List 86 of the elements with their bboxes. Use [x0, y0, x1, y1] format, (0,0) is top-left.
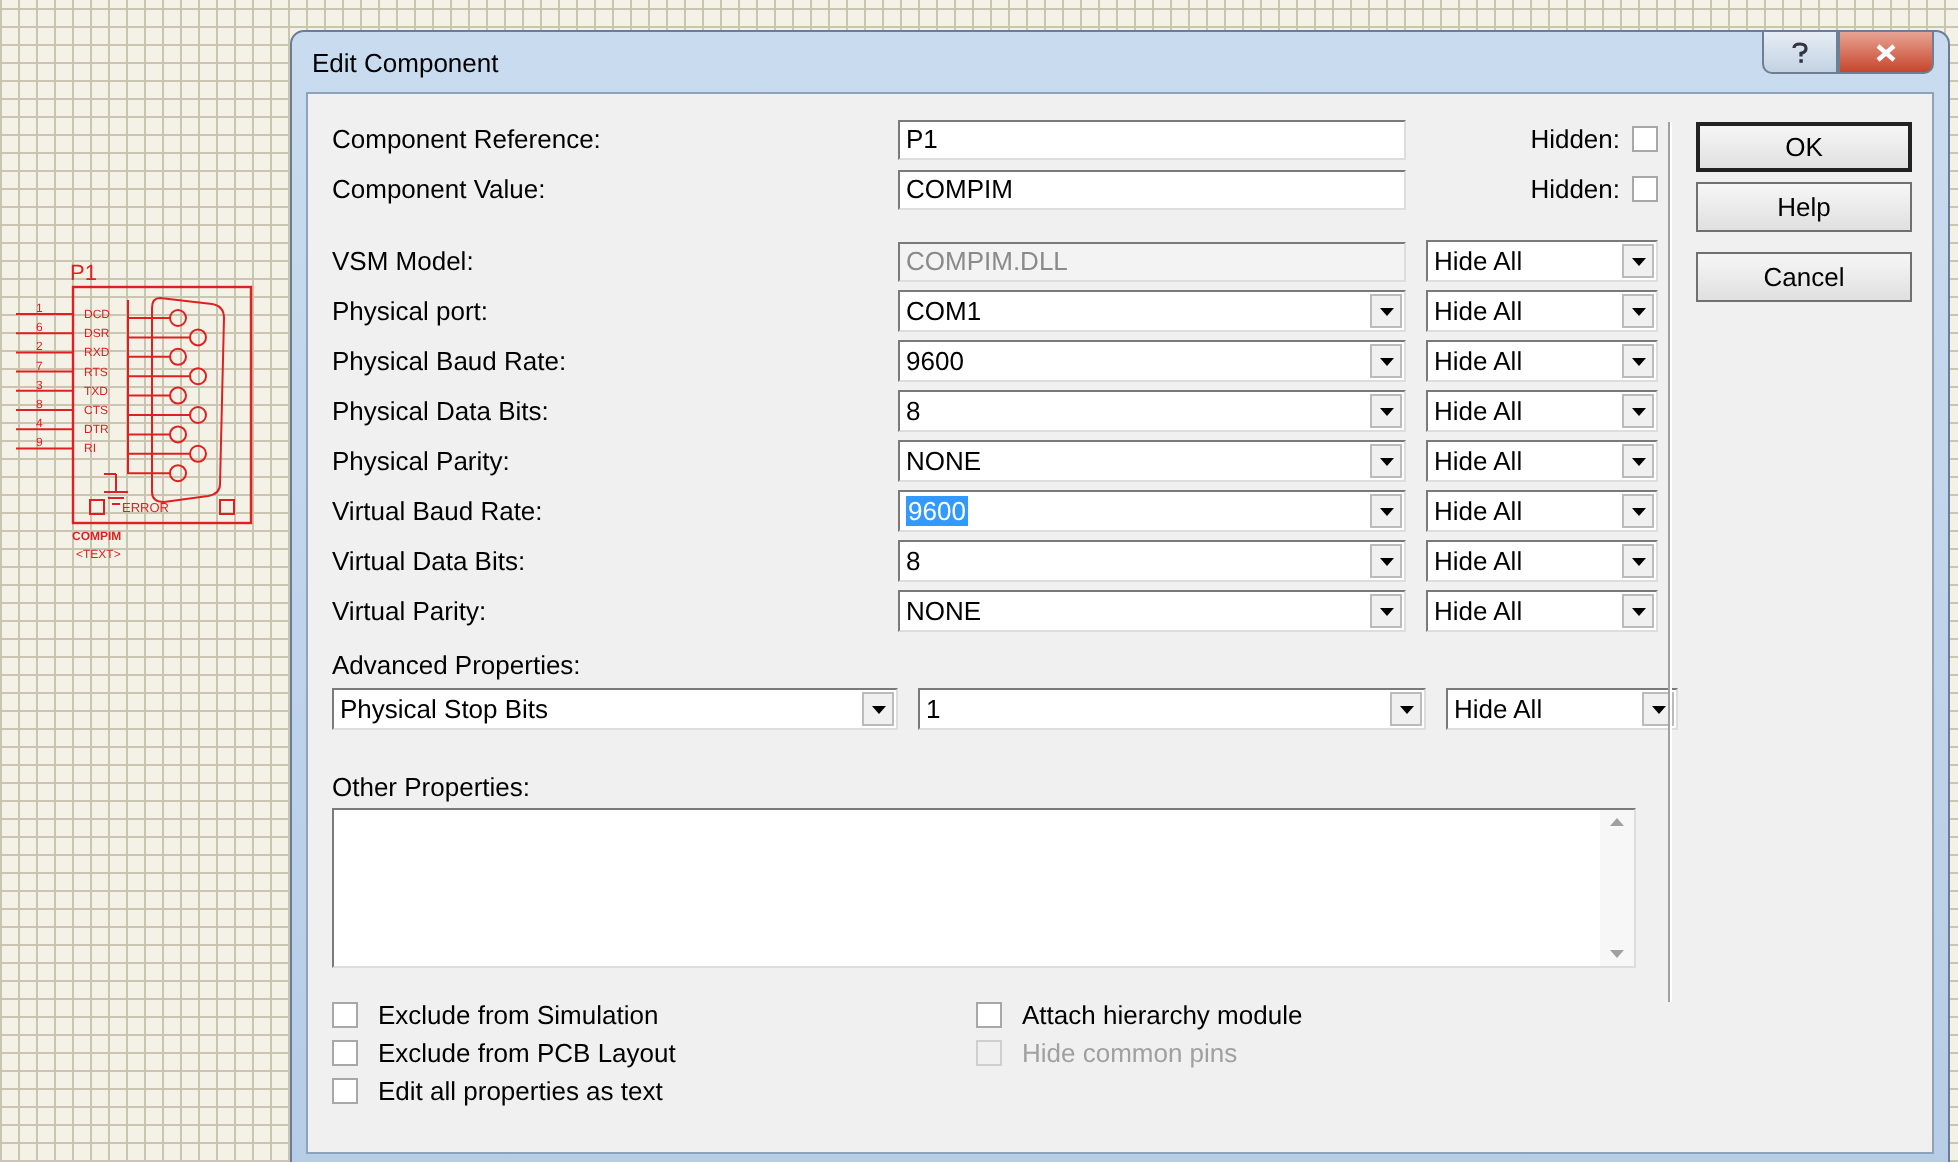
dropdown-arrow-icon [1631, 257, 1645, 265]
dropdown-arrow-icon [1631, 457, 1645, 465]
window-title: Edit Component [310, 47, 499, 77]
scroll-up-icon [1610, 818, 1624, 826]
checkbox-label[interactable]: Exclude from Simulation [378, 1000, 659, 1030]
checkbox-label: Hide common pins [1022, 1038, 1238, 1068]
field-label: Physical Parity: [332, 446, 512, 476]
checkbox-label[interactable]: Exclude from PCB Layout [378, 1038, 676, 1068]
dropdown-arrow-icon [871, 705, 885, 713]
hidden-checkbox[interactable] [1632, 176, 1658, 202]
dialog-button[interactable]: Help [1696, 182, 1912, 232]
visibility-dropdown[interactable]: Hide All [1426, 340, 1658, 382]
pin-line [15, 332, 73, 335]
field-label: Component Value: [332, 174, 548, 204]
field-label: Component Reference: [332, 124, 603, 154]
hidden-label: Hidden: [1530, 174, 1620, 204]
dropdown-arrow-icon [1379, 607, 1393, 615]
dropdown-arrow-icon [1379, 457, 1393, 465]
close-icon [1876, 43, 1896, 61]
pin-line [15, 313, 73, 315]
section-label: Advanced Properties: [332, 650, 581, 680]
checkbox[interactable] [332, 1002, 358, 1028]
pin-line [15, 370, 73, 373]
dropdown-arrow-icon [1631, 557, 1645, 565]
value-dropdown[interactable]: COM1 [898, 290, 1406, 332]
visibility-dropdown[interactable]: Hide All [1426, 290, 1658, 332]
dropdown-arrow-icon [1399, 705, 1413, 713]
visibility-dropdown[interactable]: Hide All [1426, 590, 1658, 632]
pin-line [15, 428, 73, 431]
square-icon [89, 499, 105, 515]
visibility-dropdown[interactable]: Hide All [1426, 490, 1658, 532]
dropdown-arrow-icon [1631, 407, 1645, 415]
dropdown-arrow-icon [1631, 607, 1645, 615]
help-button[interactable] [1762, 32, 1838, 74]
section-label: Other Properties: [332, 772, 530, 802]
field-label: Physical port: [332, 296, 491, 326]
hidden-label: Hidden: [1530, 124, 1620, 154]
square-icon [219, 499, 235, 515]
dropdown-arrow-icon [1379, 307, 1393, 315]
visibility-dropdown[interactable]: Hide All [1426, 390, 1658, 432]
text-field[interactable]: P1 [898, 119, 1406, 159]
hidden-checkbox[interactable] [1632, 126, 1658, 152]
readonly-field: COMPIM.DLL [898, 241, 1406, 281]
dropdown-arrow-icon [1379, 557, 1393, 565]
dropdown-arrow-icon [1631, 307, 1645, 315]
scrollbar[interactable] [1600, 810, 1634, 966]
checkbox-label[interactable]: Edit all properties as text [378, 1076, 663, 1106]
visibility-dropdown[interactable]: Hide All [1446, 688, 1678, 730]
value-dropdown[interactable]: 1 [918, 688, 1426, 730]
dropdown-arrow-icon [1651, 705, 1665, 713]
visibility-dropdown[interactable]: Hide All [1426, 540, 1658, 582]
text-field[interactable]: COMPIM [898, 169, 1406, 209]
help-icon [1792, 41, 1808, 63]
field-label: Physical Data Bits: [332, 396, 551, 426]
dropdown-arrow-icon [1379, 357, 1393, 365]
field-label: VSM Model: [332, 246, 476, 276]
properties-text-area[interactable] [332, 808, 1636, 968]
visibility-dropdown[interactable]: Hide All [1426, 240, 1658, 282]
dialog-button[interactable]: Cancel [1696, 252, 1912, 302]
value-dropdown[interactable]: 9600 [898, 340, 1406, 382]
field-label: Physical Baud Rate: [332, 346, 569, 376]
pin-line [15, 351, 73, 354]
dropdown-arrow-icon [1379, 507, 1393, 515]
value-dropdown[interactable]: NONE [898, 440, 1406, 482]
field-label: Virtual Baud Rate: [332, 496, 545, 526]
value-dropdown[interactable]: 8 [898, 540, 1406, 582]
property-dropdown[interactable]: Physical Stop Bits [332, 688, 898, 730]
dropdown-arrow-icon [1631, 507, 1645, 515]
checkbox[interactable] [976, 1002, 1002, 1028]
pin-line [15, 389, 73, 392]
field-label: Virtual Data Bits: [332, 546, 528, 576]
close-button[interactable] [1838, 32, 1934, 74]
pin-line [15, 447, 73, 450]
field-label: Virtual Parity: [332, 596, 489, 626]
pin-line [15, 409, 73, 411]
scroll-down-icon [1610, 950, 1624, 958]
checkbox[interactable] [332, 1040, 358, 1066]
component-reference: P1 [70, 262, 97, 286]
checkbox[interactable] [332, 1078, 358, 1104]
dialog-button[interactable]: OK [1696, 122, 1912, 172]
checkbox-label[interactable]: Attach hierarchy module [1022, 1000, 1303, 1030]
visibility-dropdown[interactable]: Hide All [1426, 440, 1658, 482]
dropdown-arrow-icon [1379, 407, 1393, 415]
value-dropdown[interactable]: 8 [898, 390, 1406, 432]
value-dropdown[interactable]: NONE [898, 590, 1406, 632]
dropdown-arrow-icon [1631, 357, 1645, 365]
